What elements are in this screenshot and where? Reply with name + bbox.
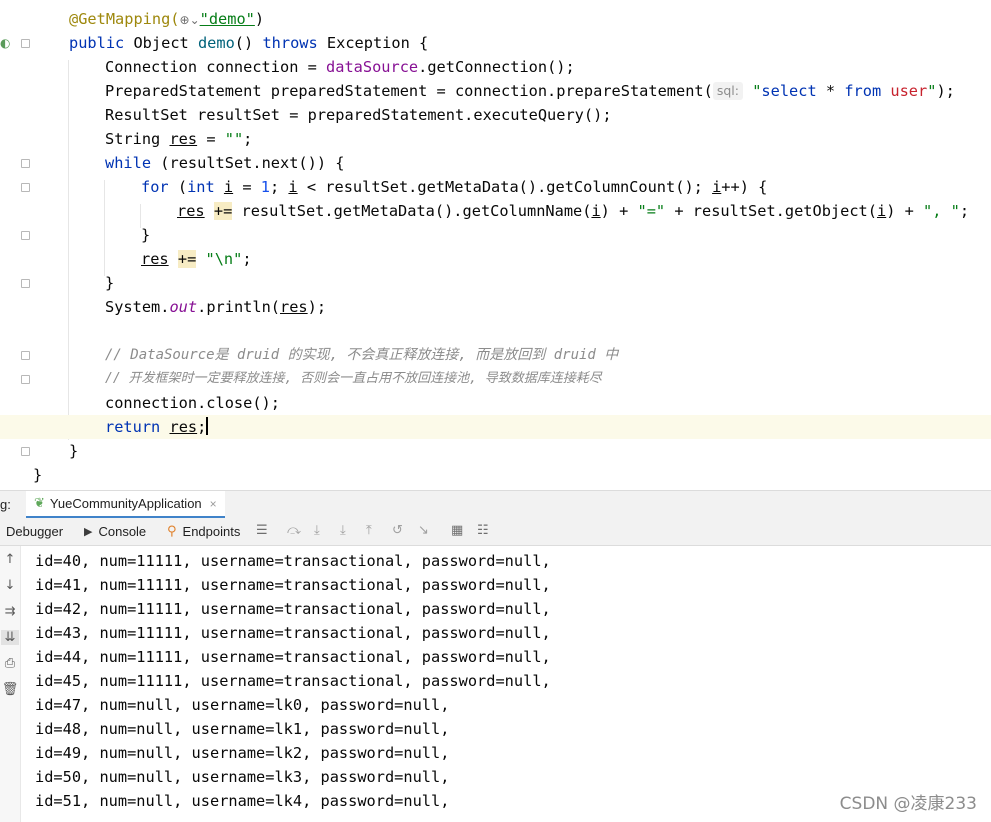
current-code-line[interactable]: return res;	[0, 415, 991, 439]
step-over-icon[interactable]: ⤼	[287, 523, 301, 538]
code-comment: // DataSource是 druid 的实现, 不会真正释放连接, 而是放回…	[105, 347, 619, 363]
code-line: }	[105, 274, 115, 292]
spring-leaf-icon: ❦	[34, 496, 45, 511]
tab-debugger[interactable]: Debugger	[6, 518, 63, 545]
evaluate-icon[interactable]: ▦	[451, 523, 463, 538]
console-line: id=40, num=11111, username=transactional…	[35, 552, 551, 570]
debugger-toolbar: Debugger ▶ Console ⚲ Endpoints ☰ ⤼ ⤓ ⤓ ⤒…	[0, 518, 991, 546]
code-line: PreparedStatement preparedStatement = co…	[105, 82, 955, 100]
console-line: id=47, num=null, username=lk0, password=…	[35, 696, 450, 714]
code-line: }	[141, 226, 151, 244]
console-line: id=50, num=null, username=lk3, password=…	[35, 768, 450, 786]
down-arrow-icon[interactable]: ↓	[1, 578, 19, 593]
step-out-icon[interactable]: ⤒	[366, 523, 372, 538]
console-line: id=49, num=null, username=lk2, password=…	[35, 744, 450, 762]
scroll-to-end-icon[interactable]: ⇊	[1, 630, 19, 645]
code-line: res += "\n";	[141, 250, 252, 268]
run-tab-bar: g: ❦ YueCommunityApplication ×	[0, 490, 991, 518]
code-line: ResultSet resultSet = preparedStatement.…	[105, 106, 612, 124]
force-step-into-icon[interactable]: ⤓	[340, 523, 346, 538]
tool-window-label: g:	[0, 497, 11, 512]
soft-wrap-icon[interactable]: ⇉	[1, 604, 19, 619]
run-config-tab[interactable]: ❦ YueCommunityApplication ×	[26, 491, 225, 518]
code-editor[interactable]: ◐ @GetMapping(⊕⌄"demo") public Object de…	[0, 0, 991, 490]
code-line: Connection connection = dataSource.getCo…	[105, 58, 575, 76]
tab-endpoints[interactable]: ⚲ Endpoints	[167, 518, 240, 545]
code-line: }	[33, 466, 43, 484]
endpoints-icon: ⚲	[167, 524, 177, 539]
run-config-tab-label: YueCommunityApplication	[49, 496, 202, 511]
console-output[interactable]: ↑ ↓ ⇉ ⇊ ⎙ 🗑 id=40, num=11111, username=t…	[0, 546, 991, 822]
code-line: while (resultSet.next()) {	[105, 154, 345, 172]
code-line: System.out.println(res);	[105, 298, 327, 316]
console-line: id=41, num=11111, username=transactional…	[35, 576, 551, 594]
console-line: id=43, num=11111, username=transactional…	[35, 624, 551, 642]
drop-frame-icon[interactable]: ↺	[392, 523, 403, 538]
console-line: id=51, num=null, username=lk4, password=…	[35, 792, 450, 810]
globe-icon[interactable]: ⊕⌄	[180, 13, 200, 27]
console-line: id=45, num=11111, username=transactional…	[35, 672, 551, 690]
param-hint: sql:	[712, 82, 743, 100]
code-line: String res = "";	[105, 130, 253, 148]
tab-console[interactable]: ▶ Console	[84, 518, 146, 545]
menu-icon[interactable]: ☰	[256, 523, 268, 538]
run-to-cursor-icon[interactable]: ↘	[418, 523, 429, 538]
code-line: res += resultSet.getMetaData().getColumn…	[177, 202, 970, 220]
console-line: id=48, num=null, username=lk1, password=…	[35, 720, 450, 738]
code-line: connection.close();	[105, 394, 280, 412]
print-icon[interactable]: ⎙	[1, 656, 19, 671]
console-icon: ▶	[84, 525, 93, 538]
trace-icon[interactable]: ☷	[477, 523, 489, 538]
console-line: id=44, num=11111, username=transactional…	[35, 648, 551, 666]
console-line: id=42, num=11111, username=transactional…	[35, 600, 551, 618]
console-side-toolbar: ↑ ↓ ⇉ ⇊ ⎙ 🗑	[0, 546, 21, 822]
code-line: public Object demo() throws Exception {	[69, 34, 429, 52]
step-into-icon[interactable]: ⤓	[314, 523, 320, 538]
code-line: for (int i = 1; i < resultSet.getMetaDat…	[141, 178, 768, 196]
up-arrow-icon[interactable]: ↑	[1, 552, 19, 567]
code-line: @GetMapping(⊕⌄"demo")	[69, 10, 265, 28]
watermark: CSDN @凌康233	[839, 794, 977, 814]
close-icon[interactable]: ×	[210, 497, 217, 511]
trash-icon[interactable]: 🗑	[1, 682, 19, 697]
code-line: }	[69, 442, 79, 460]
text-caret	[206, 417, 208, 435]
code-comment: // 开发框架时一定要释放连接, 否则会一直占用不放回连接池, 导致数据库连接耗…	[105, 371, 602, 386]
